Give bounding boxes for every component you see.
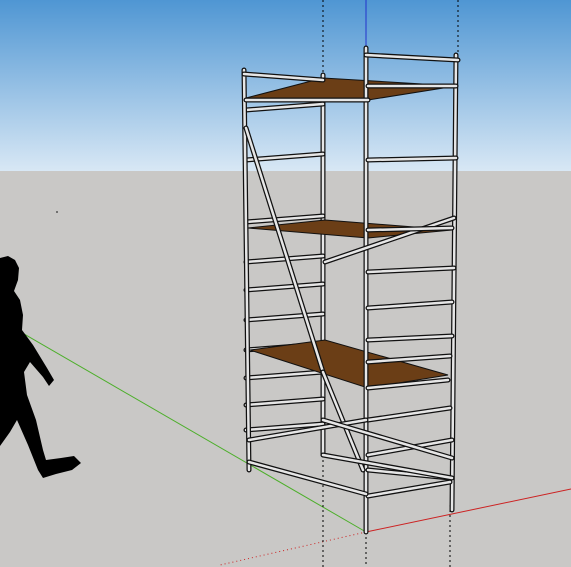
sky-background	[0, 0, 571, 172]
3d-scene-canvas[interactable]	[0, 0, 571, 567]
ground-speck	[56, 211, 58, 213]
modeling-viewport[interactable]	[0, 0, 571, 567]
